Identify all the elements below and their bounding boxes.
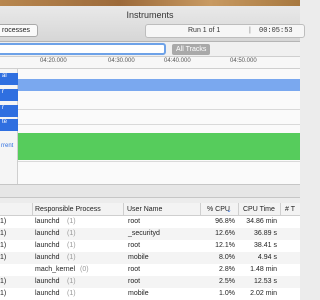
count-cell: (1) <box>67 242 76 249</box>
time-cell: 34.86 min <box>246 218 277 225</box>
track-label[interactable]: r <box>0 89 18 101</box>
pid-cell: 1) <box>0 218 7 225</box>
split-divider[interactable] <box>0 184 300 198</box>
cpu-cell: 12.6% <box>215 230 235 237</box>
column-user-name[interactable]: User Name <box>127 206 162 213</box>
table-row[interactable]: 1) launchd (1) mobile 1.0% 2.02 min <box>0 288 300 300</box>
run-label: Run 1 of 1 <box>188 27 221 34</box>
table-row[interactable]: 1) launchd (1) root 12.1% 38.41 s <box>0 240 300 252</box>
track-divider <box>18 161 300 162</box>
process-cell: launchd <box>35 254 60 261</box>
count-cell: (1) <box>67 254 76 261</box>
count-cell: (1) <box>67 290 76 297</box>
cpu-cell: 96.8% <box>215 218 235 225</box>
pid-cell: 1) <box>0 230 7 237</box>
track-graph-area[interactable] <box>18 69 300 184</box>
process-table: 1) launchd (1) root 96.8% 34.86 min 1) l… <box>0 216 300 300</box>
cpu-usage-graph <box>18 79 300 91</box>
time-cell: 12.53 s <box>254 278 277 285</box>
column-separator <box>238 203 239 216</box>
user-cell: root <box>128 266 141 273</box>
process-cell: launchd <box>35 290 60 297</box>
pid-cell: 1) <box>0 290 7 297</box>
track-divider <box>18 124 300 125</box>
filter-bar: All Tracks <box>0 42 300 57</box>
table-row[interactable]: mach_kernel (0) root 2.8% 1.48 min <box>0 264 300 276</box>
user-cell: mobile <box>128 290 149 297</box>
processes-button[interactable]: rocesses <box>0 24 38 37</box>
count-cell: (1) <box>67 278 76 285</box>
ruler-tick: 04:30.000 <box>108 58 135 64</box>
cpu-cell: 2.5% <box>219 278 235 285</box>
table-row[interactable]: 1) launchd (1) root 96.8% 34.86 min <box>0 216 300 228</box>
process-cell: launchd <box>35 242 60 249</box>
process-cell: launchd <box>35 278 60 285</box>
track-label[interactable]: r <box>0 105 18 117</box>
user-cell: _securityd <box>128 230 160 237</box>
process-cell: launchd <box>35 230 60 237</box>
user-cell: mobile <box>128 254 149 261</box>
time-cell: 4.94 s <box>257 254 277 261</box>
run-status: Run 1 of 1 | 00:05:53 <box>145 24 305 38</box>
ruler-tick: 04:20.000 <box>40 58 67 64</box>
user-cell: root <box>128 218 141 225</box>
time-cell: 1.48 min <box>250 266 277 273</box>
track-label[interactable]: te <box>0 119 18 131</box>
track-divider <box>18 109 300 110</box>
cpu-cell: 8.0% <box>219 254 235 261</box>
activity-graph <box>18 133 300 160</box>
column-separator <box>280 203 281 216</box>
column-threads[interactable]: # T <box>285 206 295 213</box>
time-cell: 2.02 min <box>250 290 277 297</box>
pid-cell: 1) <box>0 242 7 249</box>
process-cell: launchd <box>35 218 60 225</box>
user-cell: root <box>128 278 141 285</box>
toolbar: Instruments rocesses Run 1 of 1 | 00:05:… <box>0 6 305 42</box>
column-separator <box>200 203 201 216</box>
time-cell: 36.89 s <box>254 230 277 237</box>
ruler-tick: 04:50.000 <box>230 58 257 64</box>
sort-down-icon[interactable]: ⌄ <box>226 206 232 214</box>
status-separator: | <box>249 27 251 34</box>
window-title: Instruments <box>126 10 174 20</box>
cpu-cell: 2.8% <box>219 266 235 273</box>
ruler-tick: 04:40.000 <box>164 58 191 64</box>
track-list: al r r te rrent <box>0 69 18 184</box>
column-responsible-process[interactable]: Responsible Process <box>35 206 101 213</box>
process-cell: mach_kernel <box>35 266 76 273</box>
column-separator <box>123 203 124 216</box>
track-label[interactable]: rrent <box>0 143 18 153</box>
column-cpu-time[interactable]: CPU Time <box>243 206 275 213</box>
table-row[interactable]: 1) launchd (1) root 2.5% 12.53 s <box>0 276 300 288</box>
user-cell: root <box>128 242 141 249</box>
time-cell: 38.41 s <box>254 242 277 249</box>
track-filter-input[interactable] <box>0 43 166 55</box>
table-row[interactable]: 1) launchd (1) _securityd 12.6% 36.89 s <box>0 228 300 240</box>
pid-cell: 1) <box>0 254 7 261</box>
column-separator <box>32 203 33 216</box>
pid-cell: 1) <box>0 278 7 285</box>
timeline-ruler[interactable]: 04:20.000 04:30.000 04:40.000 04:50.000 <box>18 57 300 69</box>
count-cell: (1) <box>67 230 76 237</box>
count-cell: (0) <box>80 266 89 273</box>
table-row[interactable]: 1) launchd (1) mobile 8.0% 4.94 s <box>0 252 300 264</box>
ruler-corner <box>0 57 18 69</box>
cpu-cell: 12.1% <box>215 242 235 249</box>
all-tracks-button[interactable]: All Tracks <box>172 44 211 55</box>
count-cell: (1) <box>67 218 76 225</box>
track-label[interactable]: al <box>0 73 18 85</box>
cpu-cell: 1.0% <box>219 290 235 297</box>
table-header: Responsible Process User Name % CPU ⌄ CP… <box>0 203 300 216</box>
elapsed-timer: 00:05:53 <box>259 27 293 35</box>
